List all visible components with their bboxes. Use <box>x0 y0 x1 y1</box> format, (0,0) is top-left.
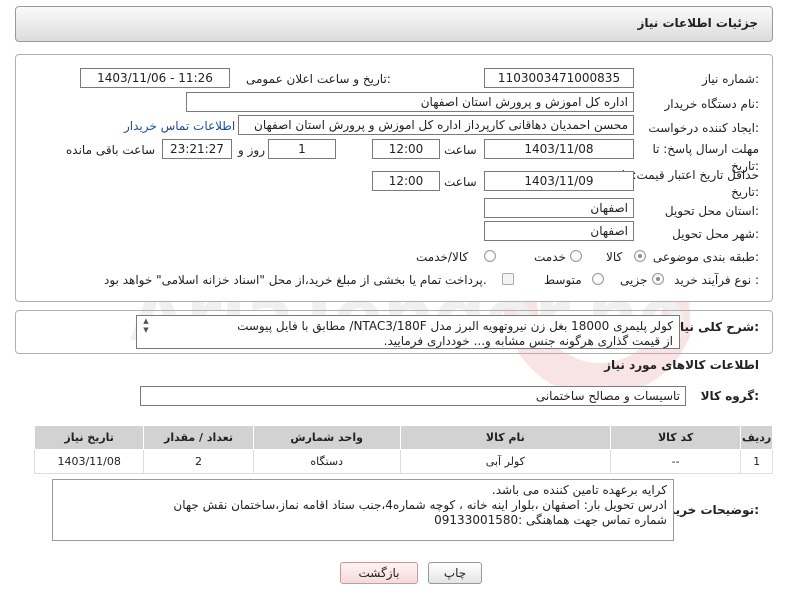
page-header: جزئیات اطلاعات نیاز <box>15 6 773 42</box>
goods-table-header-row: ردیف کد کالا نام کالا واحد شمارش تعداد /… <box>33 425 773 450</box>
col-quantity: تعداد / مقدار <box>143 425 254 450</box>
col-need-date: تاریخ نیاز <box>33 425 145 450</box>
need-number-field: 1103003471000835 <box>484 68 634 88</box>
buyer-notes-line-3: شماره تماس جهت هماهنگی :09133001580 <box>434 513 667 527</box>
purchase-type-radio-medium[interactable] <box>592 273 604 285</box>
need-number-label: شماره نیاز: <box>701 72 759 86</box>
cell-quantity: 2 <box>143 449 254 474</box>
time-remaining-field: 23:21:27 <box>162 139 232 159</box>
purchase-type-option-medium: متوسط <box>544 273 582 287</box>
delivery-province-field: اصفهان <box>484 198 634 218</box>
table-row: 1 -- کولر آبی دستگاه 2 1403/11/08 <box>33 449 773 474</box>
treasury-payment-note: پرداخت تمام یا بخشی از مبلغ خرید،از محل … <box>104 273 487 287</box>
price-validity-time-field: 12:00 <box>372 171 440 191</box>
buyer-notes-line-2: ادرس تحویل بار: اصفهان ،بلوار اینه خانه … <box>173 498 667 512</box>
delivery-city-field: اصفهان <box>484 221 634 241</box>
buyer-notes-line-1: کرایه برعهده تامین کننده می باشد. <box>491 483 667 497</box>
category-radio-service[interactable] <box>570 250 582 262</box>
col-row: ردیف <box>740 425 773 450</box>
category-radio-goods-service[interactable] <box>484 250 496 262</box>
purchase-type-radio-minor[interactable] <box>652 273 664 285</box>
purchase-type-option-minor: جزیی <box>620 273 648 287</box>
announce-date-label: تاریخ و ساعت اعلان عمومی: <box>246 72 391 86</box>
page-title: جزئیات اطلاعات نیاز <box>637 16 758 30</box>
requester-field: محسن احمدیان دهاقانی کارپرداز اداره کل ا… <box>238 115 634 135</box>
reply-deadline-date-field: 1403/11/08 <box>484 139 634 159</box>
goods-group-field: تاسیسات و مصالح ساختمانی <box>140 386 686 406</box>
price-validity-date-field: 1403/11/09 <box>484 171 634 191</box>
buyer-org-field: اداره کل اموزش و پرورش استان اصفهان <box>186 92 634 112</box>
announce-date-field: 1403/11/06 - 11:26 <box>80 68 230 88</box>
delivery-city-label: شهر محل تحویل: <box>672 227 759 241</box>
col-unit: واحد شمارش <box>252 425 401 450</box>
buyer-contact-link[interactable]: اطلاعات تماس خریدار <box>124 119 235 133</box>
delivery-province-label: استان محل تحویل: <box>664 204 759 218</box>
requester-label: ایجاد کننده درخواست: <box>648 121 759 135</box>
reply-deadline-time-label: ساعت <box>444 143 477 157</box>
category-option-goods: کالا <box>606 250 623 264</box>
cell-code: -- <box>609 449 742 474</box>
col-name: نام کالا <box>399 425 611 450</box>
days-remaining-field: 1 <box>268 139 336 159</box>
goods-table-wrapper: ردیف کد کالا نام کالا واحد شمارش تعداد /… <box>33 425 773 474</box>
col-code: کد کالا <box>609 425 742 450</box>
purchase-type-label: نوع فرآیند خرید : <box>674 273 759 287</box>
goods-group-label: گروه کالا: <box>700 389 759 403</box>
cell-name: کولر آبی <box>399 449 611 474</box>
buyer-notes-textarea[interactable]: کرایه برعهده تامین کننده می باشد. ادرس ت… <box>52 479 674 541</box>
category-option-service: خدمت <box>534 250 566 264</box>
goods-section-title: اطلاعات کالاهای مورد نیاز <box>604 358 759 372</box>
category-radio-goods[interactable] <box>634 250 646 262</box>
general-description-line-1: کولر پلیمری 18000 بغل زن نیروتهویه البرز… <box>237 319 673 333</box>
general-description-line-2: از قیمت گذاری هرگونه جنس مشابه و... خودد… <box>383 334 673 348</box>
reply-deadline-time-field: 12:00 <box>372 139 440 159</box>
back-button[interactable]: بازگشت <box>340 562 418 584</box>
buyer-org-label: نام دستگاه خریدار: <box>664 97 760 111</box>
textarea-scroll-arrows[interactable]: ▲ ▼ <box>140 317 152 345</box>
cell-row: 1 <box>740 449 773 474</box>
time-remaining-label: ساعت باقی مانده <box>66 143 156 157</box>
category-label: طبقه بندی موضوعی: <box>652 250 759 264</box>
print-button[interactable]: چاپ <box>428 562 482 584</box>
general-description-label: شرح کلی نیاز: <box>673 320 759 334</box>
general-description-textarea[interactable]: کولر پلیمری 18000 بغل زن نیروتهویه البرز… <box>136 315 680 349</box>
days-label: روز و <box>238 143 265 157</box>
cell-need-date: 1403/11/08 <box>33 449 145 474</box>
cell-unit: دستگاه <box>252 449 401 474</box>
category-option-goods-service: کالا/خدمت <box>416 250 469 264</box>
treasury-payment-checkbox[interactable] <box>502 273 514 285</box>
price-validity-time-label: ساعت <box>444 175 477 189</box>
goods-table: ردیف کد کالا نام کالا واحد شمارش تعداد /… <box>33 425 773 474</box>
